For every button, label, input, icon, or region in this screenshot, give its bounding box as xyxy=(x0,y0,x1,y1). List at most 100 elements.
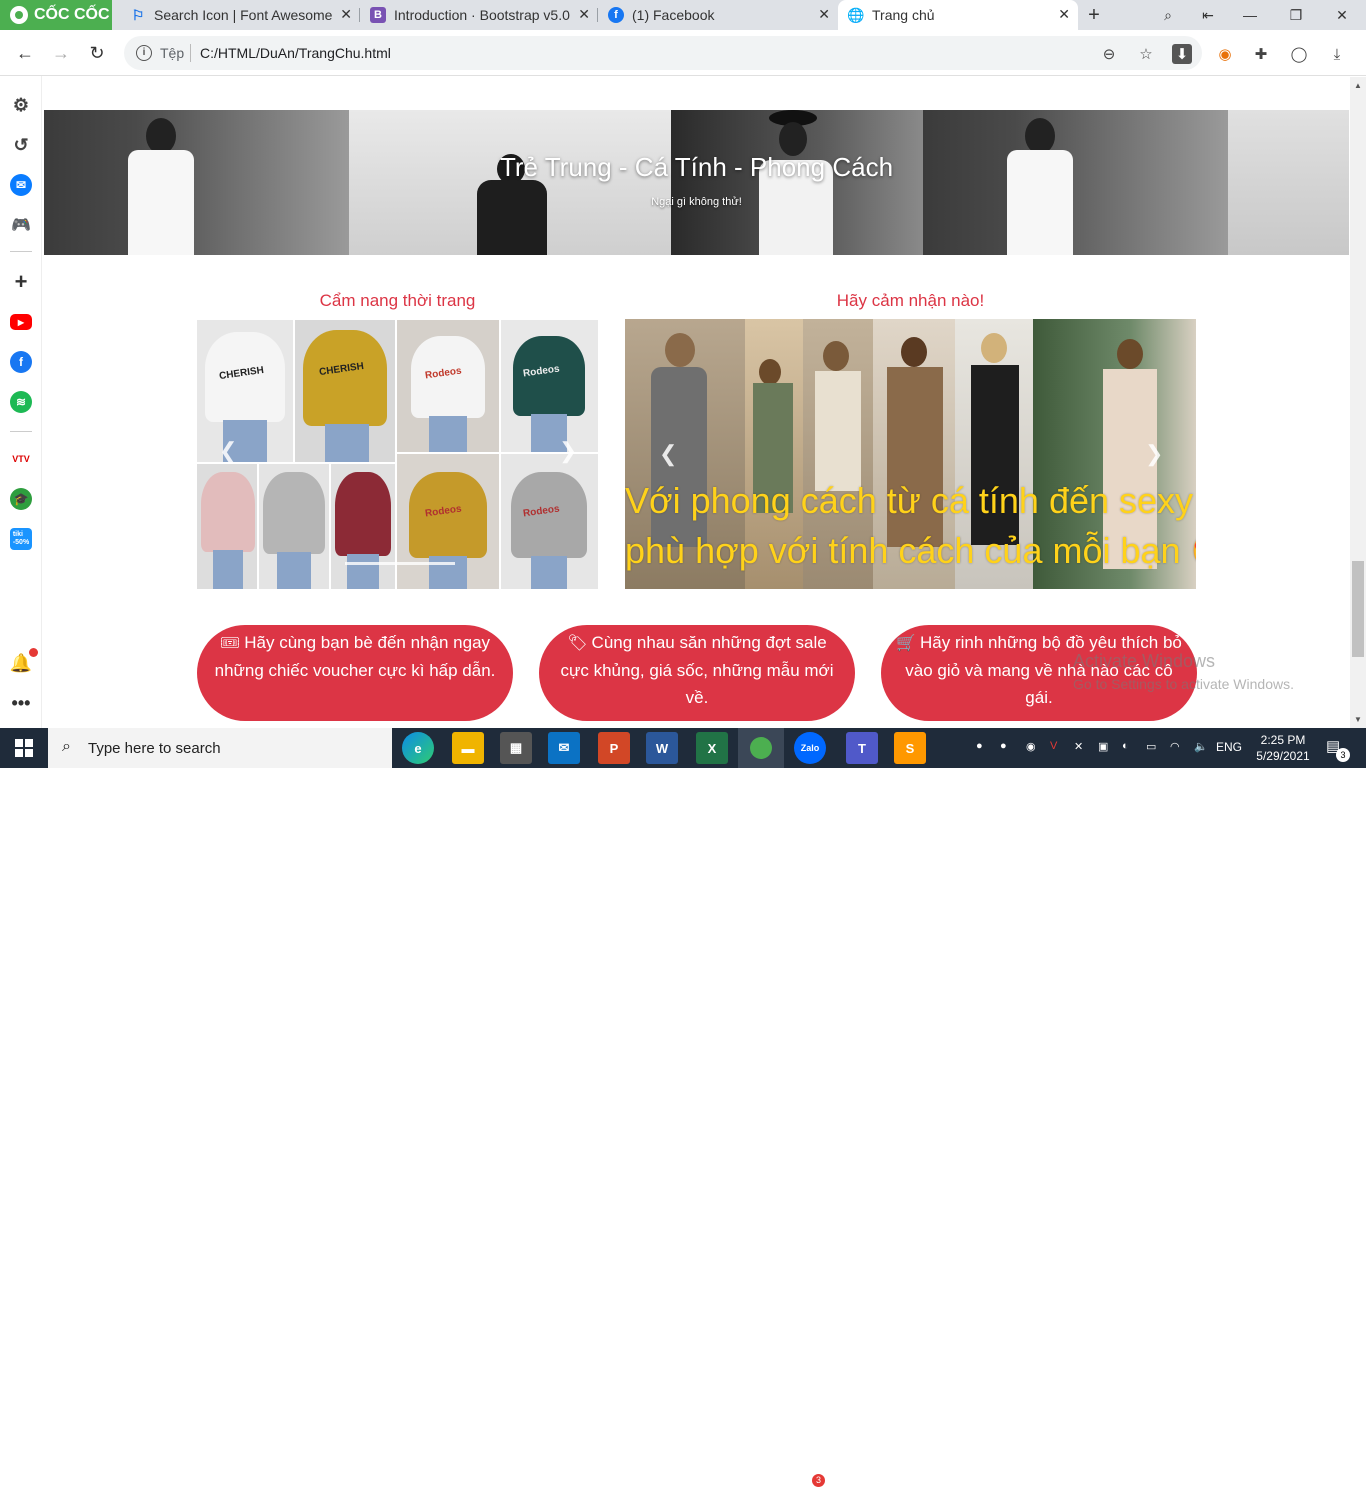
app-tray-icon[interactable]: ◉ xyxy=(1026,740,1036,753)
windows-logo-icon xyxy=(15,739,33,757)
facebook-icon[interactable]: f xyxy=(10,351,32,373)
divider xyxy=(190,44,191,62)
windows-start-button[interactable] xyxy=(0,728,48,768)
wifi-icon[interactable]: ◠ xyxy=(1170,740,1180,753)
powerpoint-icon[interactable]: P xyxy=(598,732,630,764)
edge-icon[interactable]: e xyxy=(402,732,434,764)
game-controller-icon[interactable]: 🎮 xyxy=(10,214,32,236)
tab-title: Introduction · Bootstrap v5.0 xyxy=(394,7,570,23)
tab-trang-chu[interactable]: 🌐 Trang chủ ✕ xyxy=(838,0,1078,30)
sublime-text-icon[interactable]: S xyxy=(894,732,926,764)
tags-icon: 🏷 xyxy=(567,635,588,652)
download-page-icon[interactable]: ⬇ xyxy=(1172,44,1192,64)
hat-icon[interactable]: 🎓 xyxy=(10,488,32,510)
banner-subtitle: Ngại gì không thử! xyxy=(651,196,742,208)
carousel-next-icon[interactable]: ❯ xyxy=(1145,441,1163,467)
product-photo: CHERISH xyxy=(295,320,395,462)
carousel-prev-icon[interactable]: ❮ xyxy=(219,438,237,464)
notification-dot xyxy=(29,648,38,657)
excel-icon[interactable]: X xyxy=(696,732,728,764)
close-icon[interactable]: ✕ xyxy=(1058,6,1070,23)
network-off-tray-icon[interactable]: ✕ xyxy=(1074,740,1083,753)
coccoc-logo[interactable]: CỐC CỐC xyxy=(0,0,112,30)
url-text[interactable]: C:/HTML/DuAn/TrangChu.html xyxy=(200,45,391,61)
brand-name: CỐC CỐC xyxy=(34,6,110,23)
page-scrollbar[interactable]: ▲ ▼ xyxy=(1350,77,1366,728)
volume-icon[interactable]: 🔈 xyxy=(1194,740,1208,753)
style-carousel[interactable]: Với phong cách từ cá tính đến sexy phù h… xyxy=(625,319,1196,589)
system-clock[interactable]: 2:25 PM 5/29/2021 xyxy=(1248,732,1318,764)
tab-search-icon[interactable]: ⌕ xyxy=(1150,0,1186,30)
scroll-up-icon[interactable]: ▲ xyxy=(1354,81,1362,90)
voucher-promo-button[interactable]: 🎟 Hãy cùng bạn bè đến nhận ngay những chi… xyxy=(197,625,513,721)
overlay-line-2: phù hợp với tính cách của mỗi bạn 😍 xyxy=(625,530,1196,571)
carousel-prev-icon[interactable]: ❮ xyxy=(659,441,677,467)
browser-tab-strip: CỐC CỐC ⚐ Search Icon | Font Awesome ✕ B… xyxy=(0,0,1366,30)
extensions-puzzle-icon[interactable]: ✚ xyxy=(1251,44,1271,64)
profile-icon[interactable]: ◯ xyxy=(1289,44,1309,64)
divider xyxy=(10,251,32,252)
scroll-down-icon[interactable]: ▼ xyxy=(1354,715,1362,724)
battery-icon[interactable]: ▭ xyxy=(1146,740,1156,753)
teams-tray-icon[interactable]: ● xyxy=(1000,740,1007,752)
close-icon[interactable]: ✕ xyxy=(340,6,352,23)
word-icon[interactable]: W xyxy=(646,732,678,764)
windows-taskbar: ⌕ Type here to search e ▬ ▦ ✉ P W X Zalo… xyxy=(0,728,1366,1487)
minimize-icon[interactable]: — xyxy=(1232,0,1268,30)
window-close-icon[interactable]: ✕ xyxy=(1324,0,1360,30)
more-icon[interactable]: ••• xyxy=(10,692,32,714)
zalo-icon[interactable]: Zalo xyxy=(794,732,826,764)
bookmark-star-icon[interactable]: ☆ xyxy=(1136,44,1156,64)
zalo-tray-icon[interactable]: ● xyxy=(976,740,983,752)
new-tab-button[interactable]: + xyxy=(1076,0,1112,30)
back-arrow-icon[interactable]: ⇤ xyxy=(1190,0,1226,30)
settings-gear-icon[interactable]: ⚙ xyxy=(10,94,32,116)
tiki-icon[interactable]: tiki -50% xyxy=(10,528,32,550)
scrollbar-thumb[interactable] xyxy=(1352,561,1364,657)
bootstrap-icon: B xyxy=(370,7,386,23)
close-icon[interactable]: ✕ xyxy=(578,6,590,23)
overlay-line-1: Với phong cách từ cá tính đến sexy xyxy=(625,480,1194,521)
reload-button[interactable]: ↻ xyxy=(84,40,110,66)
hoodie-carousel[interactable]: CHERISH CHERISH Rodeos Rodeos Rodeos Rod… xyxy=(197,320,598,589)
maximize-icon[interactable]: ❐ xyxy=(1278,0,1314,30)
messenger-icon[interactable]: ✉ xyxy=(10,174,32,196)
style-overlay-text: Với phong cách từ cá tính đến sexy phù h… xyxy=(625,476,1196,576)
close-icon[interactable]: ✕ xyxy=(818,6,830,23)
security-label: Tệp xyxy=(160,45,185,61)
globe-icon: 🌐 xyxy=(847,6,865,23)
info-icon[interactable]: i xyxy=(136,45,152,61)
app-tray-icon[interactable]: ◐ xyxy=(1122,740,1129,752)
pill-text: Hãy cùng bạn bè đến nhận ngay những chiế… xyxy=(214,633,496,680)
v-tray-icon[interactable]: V xyxy=(1050,740,1057,752)
zoom-out-icon[interactable]: ⊖ xyxy=(1099,44,1119,64)
product-photo: Rodeos xyxy=(501,454,598,589)
file-explorer-icon[interactable]: ▬ xyxy=(452,732,484,764)
back-button[interactable]: ← xyxy=(12,40,38,66)
youtube-icon[interactable]: ▶ xyxy=(10,314,32,330)
address-bar[interactable]: i Tệp C:/HTML/DuAn/TrangChu.html ⊖ ☆ ⬇ xyxy=(124,36,1202,70)
downloads-icon[interactable]: ⤓ xyxy=(1327,44,1347,64)
vtv-go-icon[interactable]: VTV xyxy=(10,448,32,470)
tab-facebook[interactable]: f (1) Facebook ✕ xyxy=(598,0,838,30)
notification-bell-icon[interactable]: 🔔 xyxy=(10,652,32,674)
product-photo xyxy=(331,464,395,589)
tab-font-awesome[interactable]: ⚐ Search Icon | Font Awesome ✕ xyxy=(120,0,360,30)
tab-bootstrap[interactable]: B Introduction · Bootstrap v5.0 ✕ xyxy=(360,0,598,30)
store-icon[interactable]: ▦ xyxy=(500,732,532,764)
display-tray-icon[interactable]: ▣ xyxy=(1098,740,1108,753)
mail-icon[interactable]: ✉ xyxy=(548,732,580,764)
teams-icon[interactable]: T xyxy=(846,732,878,764)
product-photo xyxy=(259,464,329,589)
spotify-icon[interactable]: ≋ xyxy=(10,391,32,413)
coccoc-extension-icon[interactable]: ◉ xyxy=(1215,44,1235,64)
forward-button[interactable]: → xyxy=(48,40,74,66)
add-icon[interactable]: + xyxy=(10,269,32,294)
coccoc-taskbar-icon[interactable] xyxy=(738,728,784,768)
taskbar-search-box[interactable]: ⌕ Type here to search xyxy=(48,728,392,768)
language-indicator[interactable]: ENG xyxy=(1216,740,1242,754)
carousel-indicators[interactable] xyxy=(345,562,455,565)
carousel-next-icon[interactable]: ❯ xyxy=(559,438,577,464)
sale-promo-button[interactable]: 🏷 Cùng nhau săn những đợt sale cực khủng,… xyxy=(539,625,855,721)
history-icon[interactable]: ↺ xyxy=(10,134,32,156)
